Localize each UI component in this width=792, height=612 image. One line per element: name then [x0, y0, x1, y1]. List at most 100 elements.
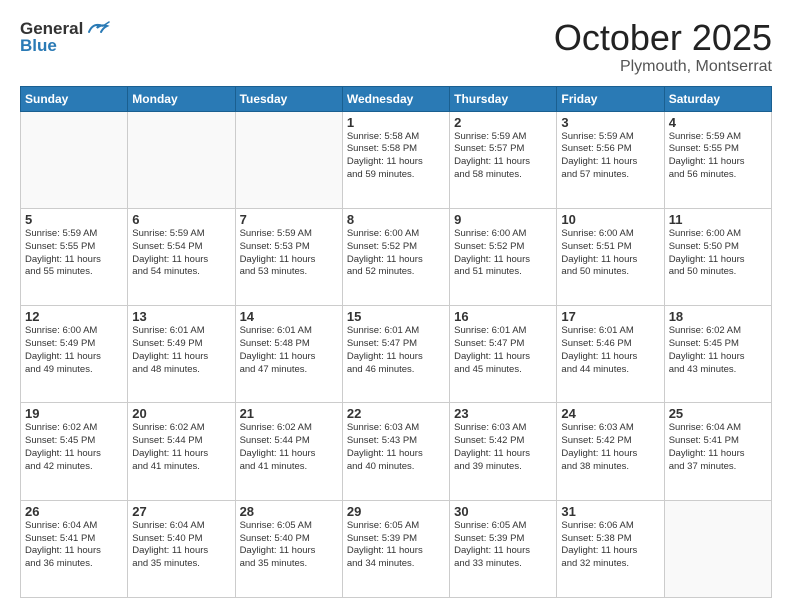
date-number: 16	[454, 309, 552, 324]
calendar-cell: 20Sunrise: 6:02 AM Sunset: 5:44 PM Dayli…	[128, 403, 235, 500]
date-number: 30	[454, 504, 552, 519]
cell-info: Sunrise: 5:59 AM Sunset: 5:54 PM Dayligh…	[132, 228, 230, 279]
date-number: 7	[240, 212, 338, 227]
date-number: 5	[25, 212, 123, 227]
cell-info: Sunrise: 6:01 AM Sunset: 5:49 PM Dayligh…	[132, 325, 230, 376]
date-number: 20	[132, 406, 230, 421]
calendar-cell: 21Sunrise: 6:02 AM Sunset: 5:44 PM Dayli…	[235, 403, 342, 500]
cell-info: Sunrise: 6:04 AM Sunset: 5:40 PM Dayligh…	[132, 520, 230, 571]
date-number: 6	[132, 212, 230, 227]
cell-info: Sunrise: 6:03 AM Sunset: 5:42 PM Dayligh…	[454, 422, 552, 473]
calendar-cell: 10Sunrise: 6:00 AM Sunset: 5:51 PM Dayli…	[557, 208, 664, 305]
cell-info: Sunrise: 6:00 AM Sunset: 5:49 PM Dayligh…	[25, 325, 123, 376]
date-number: 9	[454, 212, 552, 227]
calendar-cell: 15Sunrise: 6:01 AM Sunset: 5:47 PM Dayli…	[342, 306, 449, 403]
calendar-cell: 28Sunrise: 6:05 AM Sunset: 5:40 PM Dayli…	[235, 500, 342, 597]
calendar-cell: 26Sunrise: 6:04 AM Sunset: 5:41 PM Dayli…	[21, 500, 128, 597]
date-number: 25	[669, 406, 767, 421]
date-number: 19	[25, 406, 123, 421]
calendar-cell: 2Sunrise: 5:59 AM Sunset: 5:57 PM Daylig…	[450, 111, 557, 208]
calendar-cell: 22Sunrise: 6:03 AM Sunset: 5:43 PM Dayli…	[342, 403, 449, 500]
calendar-cell: 13Sunrise: 6:01 AM Sunset: 5:49 PM Dayli…	[128, 306, 235, 403]
date-number: 2	[454, 115, 552, 130]
cell-info: Sunrise: 5:59 AM Sunset: 5:56 PM Dayligh…	[561, 131, 659, 182]
calendar-cell	[664, 500, 771, 597]
calendar-cell: 31Sunrise: 6:06 AM Sunset: 5:38 PM Dayli…	[557, 500, 664, 597]
date-number: 12	[25, 309, 123, 324]
header: General Blue October 2025 Plymouth, Mont…	[20, 18, 772, 76]
day-header-tuesday: Tuesday	[235, 86, 342, 111]
cell-info: Sunrise: 5:58 AM Sunset: 5:58 PM Dayligh…	[347, 131, 445, 182]
date-number: 21	[240, 406, 338, 421]
calendar-week-1: 5Sunrise: 5:59 AM Sunset: 5:55 PM Daylig…	[21, 208, 772, 305]
cell-info: Sunrise: 6:01 AM Sunset: 5:48 PM Dayligh…	[240, 325, 338, 376]
calendar-cell: 18Sunrise: 6:02 AM Sunset: 5:45 PM Dayli…	[664, 306, 771, 403]
calendar-cell: 9Sunrise: 6:00 AM Sunset: 5:52 PM Daylig…	[450, 208, 557, 305]
day-header-monday: Monday	[128, 86, 235, 111]
cell-info: Sunrise: 5:59 AM Sunset: 5:55 PM Dayligh…	[669, 131, 767, 182]
calendar-cell: 5Sunrise: 5:59 AM Sunset: 5:55 PM Daylig…	[21, 208, 128, 305]
day-header-sunday: Sunday	[21, 86, 128, 111]
calendar-subtitle: Plymouth, Montserrat	[554, 58, 772, 76]
cell-info: Sunrise: 6:00 AM Sunset: 5:52 PM Dayligh…	[454, 228, 552, 279]
calendar-header-row: SundayMondayTuesdayWednesdayThursdayFrid…	[21, 86, 772, 111]
cell-info: Sunrise: 6:02 AM Sunset: 5:44 PM Dayligh…	[240, 422, 338, 473]
date-number: 31	[561, 504, 659, 519]
date-number: 23	[454, 406, 552, 421]
day-header-wednesday: Wednesday	[342, 86, 449, 111]
calendar-cell: 3Sunrise: 5:59 AM Sunset: 5:56 PM Daylig…	[557, 111, 664, 208]
date-number: 1	[347, 115, 445, 130]
logo-bird-icon	[83, 18, 111, 40]
calendar-cell: 23Sunrise: 6:03 AM Sunset: 5:42 PM Dayli…	[450, 403, 557, 500]
calendar-cell: 29Sunrise: 6:05 AM Sunset: 5:39 PM Dayli…	[342, 500, 449, 597]
cell-info: Sunrise: 6:04 AM Sunset: 5:41 PM Dayligh…	[25, 520, 123, 571]
calendar-cell: 16Sunrise: 6:01 AM Sunset: 5:47 PM Dayli…	[450, 306, 557, 403]
date-number: 11	[669, 212, 767, 227]
calendar-cell	[235, 111, 342, 208]
calendar-week-0: 1Sunrise: 5:58 AM Sunset: 5:58 PM Daylig…	[21, 111, 772, 208]
calendar-cell: 19Sunrise: 6:02 AM Sunset: 5:45 PM Dayli…	[21, 403, 128, 500]
calendar-table: SundayMondayTuesdayWednesdayThursdayFrid…	[20, 86, 772, 598]
day-header-saturday: Saturday	[664, 86, 771, 111]
calendar-cell: 30Sunrise: 6:05 AM Sunset: 5:39 PM Dayli…	[450, 500, 557, 597]
date-number: 3	[561, 115, 659, 130]
cell-info: Sunrise: 6:00 AM Sunset: 5:50 PM Dayligh…	[669, 228, 767, 279]
date-number: 29	[347, 504, 445, 519]
day-header-friday: Friday	[557, 86, 664, 111]
calendar-cell: 1Sunrise: 5:58 AM Sunset: 5:58 PM Daylig…	[342, 111, 449, 208]
calendar-week-4: 26Sunrise: 6:04 AM Sunset: 5:41 PM Dayli…	[21, 500, 772, 597]
cell-info: Sunrise: 5:59 AM Sunset: 5:57 PM Dayligh…	[454, 131, 552, 182]
day-header-thursday: Thursday	[450, 86, 557, 111]
cell-info: Sunrise: 6:01 AM Sunset: 5:47 PM Dayligh…	[347, 325, 445, 376]
cell-info: Sunrise: 6:05 AM Sunset: 5:40 PM Dayligh…	[240, 520, 338, 571]
cell-info: Sunrise: 6:02 AM Sunset: 5:44 PM Dayligh…	[132, 422, 230, 473]
cell-info: Sunrise: 6:03 AM Sunset: 5:42 PM Dayligh…	[561, 422, 659, 473]
cell-info: Sunrise: 6:00 AM Sunset: 5:51 PM Dayligh…	[561, 228, 659, 279]
cell-info: Sunrise: 6:05 AM Sunset: 5:39 PM Dayligh…	[347, 520, 445, 571]
calendar-cell: 14Sunrise: 6:01 AM Sunset: 5:48 PM Dayli…	[235, 306, 342, 403]
calendar-week-3: 19Sunrise: 6:02 AM Sunset: 5:45 PM Dayli…	[21, 403, 772, 500]
calendar-cell: 6Sunrise: 5:59 AM Sunset: 5:54 PM Daylig…	[128, 208, 235, 305]
date-number: 4	[669, 115, 767, 130]
calendar-cell: 27Sunrise: 6:04 AM Sunset: 5:40 PM Dayli…	[128, 500, 235, 597]
calendar-week-2: 12Sunrise: 6:00 AM Sunset: 5:49 PM Dayli…	[21, 306, 772, 403]
date-number: 28	[240, 504, 338, 519]
calendar-cell: 12Sunrise: 6:00 AM Sunset: 5:49 PM Dayli…	[21, 306, 128, 403]
date-number: 14	[240, 309, 338, 324]
calendar-cell: 11Sunrise: 6:00 AM Sunset: 5:50 PM Dayli…	[664, 208, 771, 305]
logo-blue: Blue	[20, 36, 57, 56]
calendar-cell: 17Sunrise: 6:01 AM Sunset: 5:46 PM Dayli…	[557, 306, 664, 403]
cell-info: Sunrise: 6:02 AM Sunset: 5:45 PM Dayligh…	[25, 422, 123, 473]
date-number: 24	[561, 406, 659, 421]
date-number: 15	[347, 309, 445, 324]
cell-info: Sunrise: 6:00 AM Sunset: 5:52 PM Dayligh…	[347, 228, 445, 279]
date-number: 18	[669, 309, 767, 324]
calendar-cell: 8Sunrise: 6:00 AM Sunset: 5:52 PM Daylig…	[342, 208, 449, 305]
title-block: October 2025 Plymouth, Montserrat	[554, 18, 772, 76]
calendar-cell: 25Sunrise: 6:04 AM Sunset: 5:41 PM Dayli…	[664, 403, 771, 500]
logo: General Blue	[20, 18, 111, 56]
cell-info: Sunrise: 6:05 AM Sunset: 5:39 PM Dayligh…	[454, 520, 552, 571]
cell-info: Sunrise: 6:01 AM Sunset: 5:47 PM Dayligh…	[454, 325, 552, 376]
cell-info: Sunrise: 5:59 AM Sunset: 5:55 PM Dayligh…	[25, 228, 123, 279]
date-number: 10	[561, 212, 659, 227]
